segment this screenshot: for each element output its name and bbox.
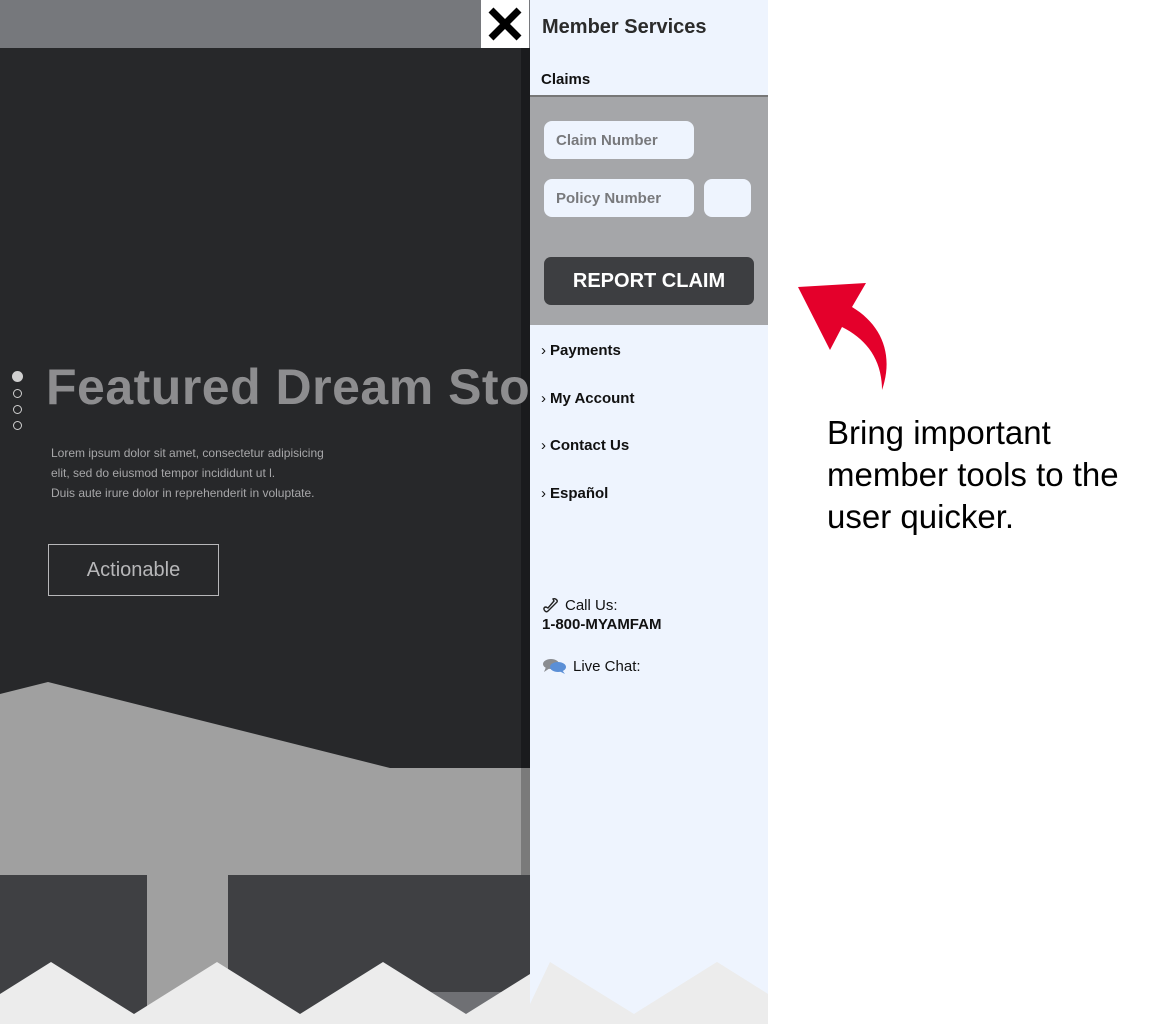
annotation-arrow-icon xyxy=(798,283,887,390)
nav-item-my-account[interactable]: › My Account xyxy=(541,390,634,407)
member-services-panel: Member Services Claims REPORT CLAIM ›Pay… xyxy=(530,0,768,1024)
page-footer-zigzag xyxy=(0,962,530,1024)
annotation-callout: Bring important member tools to the user… xyxy=(827,414,1119,535)
nav-item-label: Payments xyxy=(550,342,621,359)
hero-body-line: Lorem ipsum dolor sit amet, consectetur … xyxy=(51,446,324,460)
carousel-dot-3[interactable] xyxy=(13,405,22,414)
chevron-right-icon: › xyxy=(541,485,546,502)
tab-claims[interactable]: Claims xyxy=(541,71,590,88)
close-panel-button[interactable] xyxy=(481,0,529,48)
hero-divider-lower xyxy=(521,768,530,875)
claims-form: REPORT CLAIM xyxy=(530,97,768,325)
hero-body-text: Lorem ipsum dolor sit amet, consectetur … xyxy=(51,443,351,503)
chevron-right-icon: › xyxy=(541,437,546,454)
nav-item-label: Español xyxy=(550,485,609,502)
nav-item-label: My Account xyxy=(550,390,635,407)
policy-suffix-input[interactable] xyxy=(704,179,751,217)
carousel-dot-4[interactable] xyxy=(13,421,22,430)
chevron-right-icon: › xyxy=(541,342,546,359)
close-icon xyxy=(488,7,522,41)
panel-title: Member Services xyxy=(542,16,707,38)
carousel-dots[interactable] xyxy=(12,371,27,437)
live-chat-label: Live Chat: xyxy=(573,657,641,675)
hero-body-line: Duis aute irure dolor in reprehenderit i… xyxy=(51,486,315,500)
hero-mountain-shape xyxy=(0,682,530,1024)
panel-footer-zigzag xyxy=(530,962,768,1024)
carousel-dot-1[interactable] xyxy=(12,371,23,382)
background-page: Featured Dream Story Lorem ipsum dolor s… xyxy=(0,0,530,1024)
report-claim-button[interactable]: REPORT CLAIM xyxy=(544,257,754,305)
nav-item-payments[interactable]: › Payments xyxy=(541,342,621,359)
chevron-right-icon: › xyxy=(541,390,546,407)
carousel-dot-2[interactable] xyxy=(13,389,22,398)
nav-item-contact-us[interactable]: › Contact Us xyxy=(541,437,629,454)
chat-bubbles-icon xyxy=(543,659,566,674)
hero-divider xyxy=(521,48,530,875)
policy-number-input[interactable] xyxy=(544,179,694,217)
call-us-row[interactable]: Call Us: xyxy=(542,597,618,614)
live-chat-row[interactable]: Live Chat: xyxy=(542,657,641,675)
phone-icon xyxy=(543,597,558,612)
hero-body-line: elit, sed do eiusmod tempor incididunt u… xyxy=(51,466,276,480)
nav-item-espanol[interactable]: › Español xyxy=(541,485,608,502)
hero-cta-button[interactable]: Actionable xyxy=(48,544,219,596)
claim-number-input[interactable] xyxy=(544,121,694,159)
phone-number-link[interactable]: 1-800-MYAMFAM xyxy=(542,616,661,633)
call-us-label: Call Us: xyxy=(565,597,618,614)
nav-item-label: Contact Us xyxy=(550,437,630,454)
hero-title: Featured Dream Story xyxy=(46,359,530,415)
